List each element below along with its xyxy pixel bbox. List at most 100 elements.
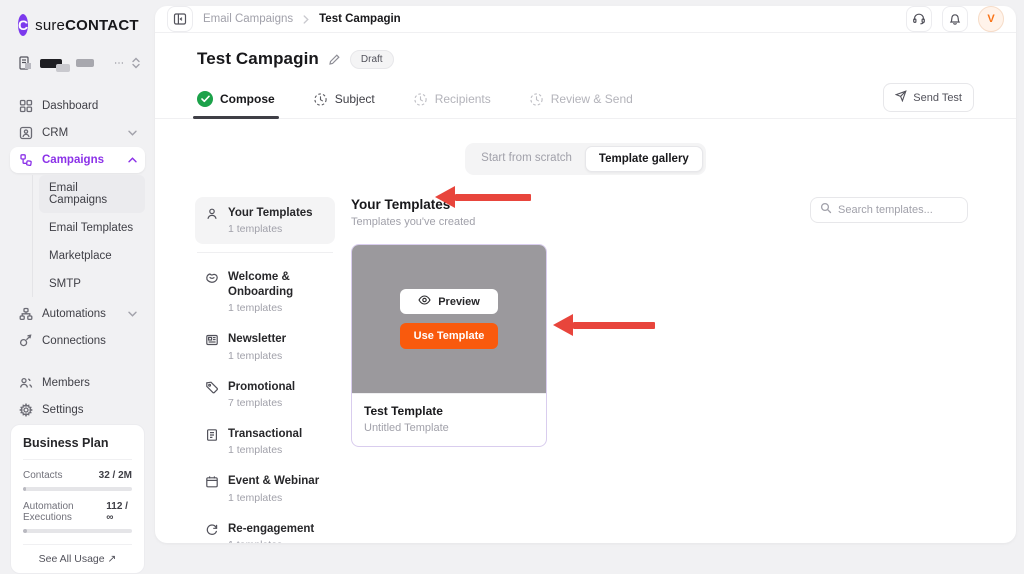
sidebar-item-label: Connections [42,335,106,347]
template-subtitle: Untitled Template [364,422,449,434]
category-count: 1 templates [228,223,283,236]
category-your-templates[interactable]: Your Templates 1 templates [195,197,335,245]
tab-compose[interactable]: Compose [193,83,279,119]
template-search[interactable] [810,197,968,223]
search-input[interactable] [838,204,958,216]
category-divider [197,252,333,254]
breadcrumb-parent[interactable]: Email Campaigns [203,13,293,25]
breadcrumb-chevron-icon [303,14,309,24]
sidebar-item-email-templates[interactable]: Email Templates [39,215,145,241]
chevron-down-icon [128,311,137,317]
sidebar-nav: Dashboard CRM Campaigns Email Campaigns … [0,92,155,424]
clock-icon [529,92,544,107]
sidebar-item-members[interactable]: Members [10,370,145,396]
refresh-icon [205,523,219,537]
usage-label: Contacts [23,470,63,481]
sidebar-item-crm[interactable]: CRM [10,120,145,146]
notifications-bell-button[interactable] [942,6,968,32]
template-name: Test Template [364,404,443,418]
support-headset-button[interactable] [906,6,932,32]
calendar-icon [205,475,219,489]
category-re-engagement[interactable]: Re-engagement 1 templates [195,513,335,543]
brand-logo-icon: C [18,14,29,36]
organization-icon [18,55,34,71]
sidebar-item-marketplace[interactable]: Marketplace [39,243,145,269]
category-count: 1 templates [228,491,283,504]
workspace-selector[interactable]: ⋯ [0,46,155,84]
sidebar-item-dashboard[interactable]: Dashboard [10,93,145,119]
sidebar-item-label: Dashboard [42,100,99,112]
tab-recipients[interactable]: Recipients [413,84,491,118]
brand-logo[interactable]: C sureCONTACT [0,12,155,46]
step-tabs: Compose Subject Recipients Review & Send… [155,83,1016,119]
see-all-usage-link[interactable]: See All Usage ↗ [23,544,132,565]
clock-icon [313,92,328,107]
category-label: Promotional [228,380,296,393]
campaigns-icon [18,153,33,167]
sidebar: C sureCONTACT ⋯ Dashboard CRM Campaigns … [0,0,155,574]
sidebar-item-label: Members [42,377,90,389]
send-icon [894,90,907,105]
category-newsletter[interactable]: Newsletter 1 templates [195,323,335,370]
gallery-header: Your Templates Templates you've created [351,197,968,228]
topbar: Email Campaigns Test Campagin V [155,6,1016,33]
category-transactional[interactable]: $ Transactional 1 templates [195,418,335,465]
brand-name: sureCONTACT [35,16,139,34]
category-promotional[interactable]: Promotional 7 templates [195,371,335,418]
category-label: Newsletter [228,333,287,346]
category-count: 1 templates [228,539,314,543]
tab-label: Compose [220,92,275,106]
category-label: Re-engagement [228,522,315,535]
sidebar-item-connections[interactable]: Connections [10,328,145,354]
sidebar-item-campaigns[interactable]: Campaigns [10,147,145,173]
category-label: Transactional [228,427,303,440]
tab-label: Review & Send [550,92,633,106]
status-badge: Draft [349,49,394,69]
newspaper-icon [205,333,219,347]
main-panel: Email Campaigns Test Campagin V Test Cam… [155,6,1016,543]
compose-mode-toggle-row: Start from scratch Template gallery [155,143,1016,175]
category-label: Your Templates [228,207,313,219]
campaign-title-row: Test Campagin Draft [155,49,1016,69]
clock-icon [413,92,428,107]
use-template-button[interactable]: Use Template [399,323,499,349]
category-event-webinar[interactable]: Event & Webinar 1 templates [195,465,335,512]
tab-label: Subject [334,92,375,106]
sidebar-toggle-button[interactable] [167,6,193,32]
category-welcome-onboarding[interactable]: Welcome & Onboarding 1 templates [195,261,335,323]
plan-title: Business Plan [23,436,132,460]
usage-contacts: Contacts 32 / 2M [23,470,132,491]
sidebar-item-automations[interactable]: Automations [10,301,145,327]
template-preview-area: Preview Use Template [352,245,546,393]
sidebar-item-smtp[interactable]: SMTP [39,271,145,297]
user-avatar[interactable]: V [978,6,1004,32]
toggle-start-from-scratch[interactable]: Start from scratch [468,146,585,172]
user-icon [205,207,219,221]
breadcrumb-current: Test Campagin [319,13,401,25]
connections-icon [18,334,33,348]
template-card[interactable]: Preview Use Template Test Template Untit… [351,244,547,447]
gallery-subheading: Templates you've created [351,216,476,228]
category-count: 1 templates [228,444,283,457]
edit-title-pencil-icon[interactable] [328,53,341,66]
category-label: Event & Webinar [228,475,320,488]
crm-icon [18,126,33,140]
usage-value: 32 / 2M [98,470,132,481]
members-icon [18,376,33,390]
sidebar-item-label: Settings [42,404,84,416]
send-test-button[interactable]: Send Test [883,83,974,112]
tab-subject[interactable]: Subject [313,84,375,118]
sidebar-item-settings[interactable]: Settings [10,397,145,423]
sidebar-item-email-campaigns[interactable]: Email Campaigns [39,175,145,213]
usage-progressbar [23,487,132,491]
usage-automation-executions: Automation Executions 112 / ∞ [23,501,132,533]
preview-button[interactable]: Preview [400,289,498,314]
compose-mode-toggle: Start from scratch Template gallery [465,143,706,175]
sidebar-item-label: CRM [42,127,69,139]
welcome-hand-icon [205,271,219,285]
template-categories: Your Templates 1 templates Welcome & Onbo… [195,197,335,543]
tab-review-send[interactable]: Review & Send [529,84,633,118]
toggle-template-gallery[interactable]: Template gallery [584,146,703,172]
campaign-editor: Test Campagin Draft Compose Subject Reci [155,33,1016,543]
sidebar-item-label: Automations [42,308,106,320]
